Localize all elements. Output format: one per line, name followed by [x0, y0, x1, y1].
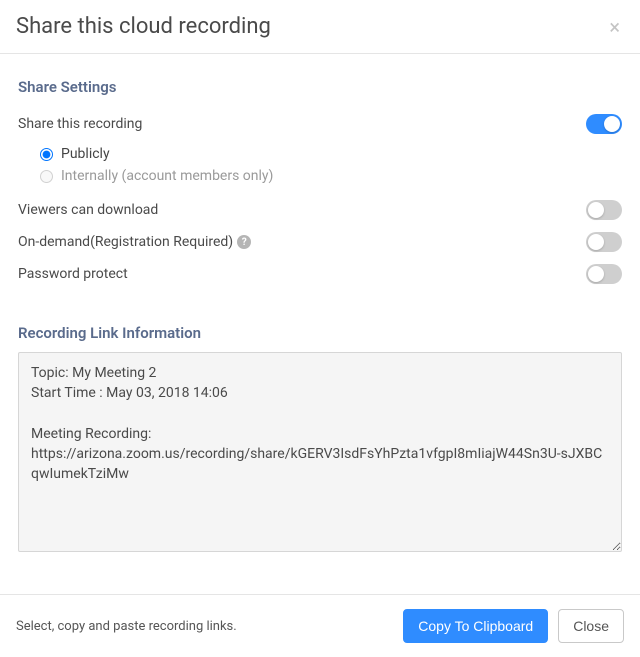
copy-clipboard-button[interactable]: Copy To Clipboard [403, 609, 548, 643]
viewers-download-label: Viewers can download [18, 202, 158, 218]
password-protect-label: Password protect [18, 266, 128, 282]
dialog-title: Share this cloud recording [16, 14, 271, 39]
close-button[interactable]: Close [558, 609, 624, 643]
dialog-footer: Select, copy and paste recording links. … [0, 594, 640, 657]
password-protect-row: Password protect [18, 264, 622, 284]
share-scope-options: Publicly Internally (account members onl… [18, 146, 622, 184]
recording-link-textarea[interactable] [18, 352, 622, 552]
dialog-body: Share Settings Share this recording Publ… [0, 54, 640, 594]
dialog-header: Share this cloud recording × [0, 0, 640, 54]
help-icon[interactable]: ? [237, 235, 251, 249]
share-dialog: Share this cloud recording × Share Setti… [0, 0, 640, 657]
viewers-download-toggle[interactable] [586, 200, 622, 220]
viewers-download-row: Viewers can download [18, 200, 622, 220]
share-recording-label: Share this recording [18, 116, 142, 132]
share-public-label: Publicly [61, 146, 110, 162]
share-public-radio[interactable] [40, 148, 53, 161]
close-icon[interactable]: × [605, 17, 624, 37]
link-info-heading: Recording Link Information [18, 324, 622, 342]
share-public-radio-row[interactable]: Publicly [40, 146, 622, 162]
share-recording-toggle[interactable] [586, 114, 622, 134]
ondemand-toggle[interactable] [586, 232, 622, 252]
ondemand-label: On-demand(Registration Required) [18, 234, 233, 250]
footer-buttons: Copy To Clipboard Close [403, 609, 624, 643]
share-settings-heading: Share Settings [18, 78, 622, 96]
share-internal-label: Internally (account members only) [61, 168, 273, 184]
share-internal-radio[interactable] [40, 170, 53, 183]
footer-hint: Select, copy and paste recording links. [16, 619, 237, 634]
share-internal-radio-row[interactable]: Internally (account members only) [40, 168, 622, 184]
ondemand-row: On-demand(Registration Required) ? [18, 232, 622, 252]
ondemand-label-wrap: On-demand(Registration Required) ? [18, 234, 251, 250]
password-protect-toggle[interactable] [586, 264, 622, 284]
share-recording-row: Share this recording [18, 114, 622, 134]
